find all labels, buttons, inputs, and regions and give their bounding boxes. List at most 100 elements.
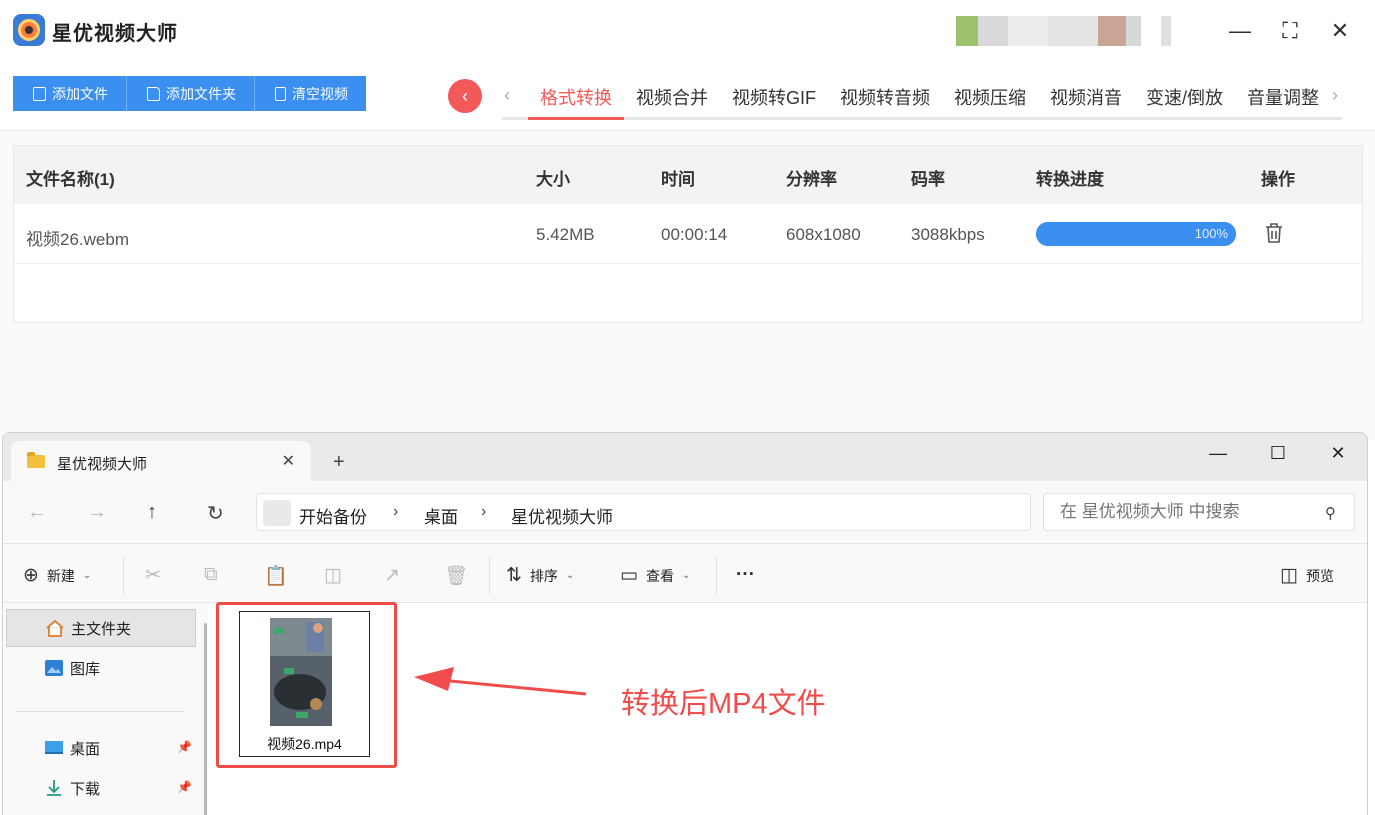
share-button[interactable]: ↗ bbox=[384, 564, 400, 587]
new-tab-icon[interactable]: + bbox=[333, 451, 345, 474]
delete-icon[interactable] bbox=[1264, 222, 1284, 244]
minimize-icon[interactable]: — bbox=[1225, 16, 1255, 46]
trash-icon bbox=[275, 86, 286, 101]
tab-7[interactable]: 音量调整 bbox=[1235, 80, 1331, 120]
trash-icon: 🗑 bbox=[444, 566, 469, 587]
explorer-navbar: ← → ↑ ↻ 开始备份 › 桌面 › 星优视频大师 ⚲ bbox=[3, 481, 1367, 543]
view-button[interactable]: ▭ 查看 ⌄ bbox=[620, 564, 690, 587]
col-name: 文件名称(1) bbox=[26, 170, 115, 189]
cell-bitrate: 3088kbps bbox=[911, 225, 985, 244]
preview-label: 预览 bbox=[1305, 567, 1334, 584]
navigation-pane: 主文件夹 图库 桌面 📌 下载 📌 bbox=[3, 603, 208, 815]
new-button[interactable]: ⊕ 新建 ⌄ bbox=[23, 564, 91, 587]
divider bbox=[716, 556, 717, 594]
table-row[interactable]: 视频26.webm 5.42MB 00:00:14 608x1080 3088k… bbox=[14, 204, 1362, 264]
sidebar-item-downloads[interactable]: 下载 📌 bbox=[6, 769, 196, 807]
paste-icon: 📋 bbox=[264, 566, 288, 587]
gallery-icon bbox=[45, 660, 63, 676]
breadcrumb-desktop[interactable]: 桌面 bbox=[424, 503, 458, 528]
chevron-left-icon: ‹ bbox=[462, 85, 468, 106]
tabs-prev-icon[interactable]: ‹ bbox=[504, 85, 510, 106]
breadcrumb-separator-icon[interactable]: › bbox=[393, 503, 398, 521]
new-label: 新建 bbox=[46, 567, 75, 584]
tabs-next-icon[interactable]: › bbox=[1332, 85, 1338, 106]
sort-label: 排序 bbox=[529, 567, 558, 584]
copy-button[interactable]: ⧉ bbox=[204, 564, 218, 586]
sidebar-item-label: 下载 bbox=[70, 780, 101, 798]
share-icon: ↗ bbox=[384, 565, 400, 586]
paste-button[interactable]: 📋 bbox=[264, 564, 288, 588]
rename-icon: ◫ bbox=[324, 565, 342, 586]
progress-bar: 100% bbox=[1036, 222, 1236, 246]
tab-4[interactable]: 视频压缩 bbox=[942, 80, 1038, 120]
close-icon[interactable]: ✕ bbox=[1325, 16, 1355, 46]
desktop-icon bbox=[45, 741, 63, 754]
tab-5[interactable]: 视频消音 bbox=[1038, 80, 1134, 120]
pin-icon[interactable]: 📌 bbox=[177, 780, 192, 794]
breadcrumb-backup[interactable]: 开始备份 bbox=[299, 503, 367, 528]
search-box: ⚲ bbox=[1043, 493, 1355, 531]
sidebar-item-home[interactable]: 主文件夹 bbox=[6, 609, 196, 647]
col-resolution: 分辨率 bbox=[786, 170, 837, 189]
cell-time: 00:00:14 bbox=[661, 225, 728, 244]
minimize-icon[interactable]: — bbox=[1203, 441, 1233, 465]
plus-circle-icon: ⊕ bbox=[23, 565, 39, 586]
tab-0[interactable]: 格式转换 bbox=[528, 80, 624, 120]
file-table: 文件名称(1) 大小 时间 分辨率 码率 转换进度 操作 视频26.webm 5… bbox=[13, 145, 1363, 323]
refresh-icon[interactable]: ↻ bbox=[207, 501, 224, 526]
search-icon[interactable]: ⚲ bbox=[1325, 504, 1336, 522]
up-arrow-icon[interactable]: ↑ bbox=[147, 501, 157, 524]
add-file-label: 添加文件 bbox=[52, 85, 108, 102]
cell-size: 5.42MB bbox=[536, 225, 595, 244]
sort-button[interactable]: ⇅ 排序 ⌄ bbox=[506, 564, 574, 587]
add-folder-label: 添加文件夹 bbox=[166, 85, 236, 102]
more-dots-icon: ··· bbox=[736, 564, 755, 585]
sidebar-divider bbox=[15, 711, 185, 712]
clear-videos-button[interactable]: 清空视频 bbox=[255, 76, 366, 111]
more-button[interactable]: ··· bbox=[736, 564, 755, 586]
user-avatar[interactable] bbox=[956, 16, 1201, 46]
search-input[interactable] bbox=[1060, 502, 1310, 522]
download-icon bbox=[47, 780, 61, 796]
view-icon: ▭ bbox=[620, 565, 638, 586]
cut-button[interactable]: ✂ bbox=[145, 564, 161, 587]
tab-2[interactable]: 视频转GIF bbox=[720, 80, 828, 120]
col-bitrate: 码率 bbox=[911, 170, 945, 189]
delete-button[interactable]: 🗑 bbox=[444, 564, 468, 588]
file-icon bbox=[33, 86, 46, 101]
sidebar-item-label: 桌面 bbox=[70, 740, 101, 758]
back-arrow-icon[interactable]: ← bbox=[27, 501, 47, 524]
address-bar[interactable]: 开始备份 › 桌面 › 星优视频大师 bbox=[256, 493, 1031, 531]
tab-close-icon[interactable]: ✕ bbox=[282, 451, 295, 471]
sidebar-item-gallery[interactable]: 图库 bbox=[6, 649, 196, 687]
progress-label: 100% bbox=[1194, 226, 1228, 241]
maximize-icon[interactable]: ⛶ bbox=[1275, 16, 1305, 46]
add-file-button[interactable]: 添加文件 bbox=[13, 76, 127, 111]
pin-icon[interactable]: 📌 bbox=[177, 740, 192, 754]
collapse-back-button[interactable]: ‹ bbox=[448, 79, 482, 113]
tab-1[interactable]: 视频合并 bbox=[624, 80, 720, 120]
forward-arrow-icon[interactable]: → bbox=[87, 501, 107, 524]
tab-3[interactable]: 视频转音频 bbox=[828, 80, 942, 120]
sidebar-item-desktop[interactable]: 桌面 📌 bbox=[6, 729, 196, 767]
add-folder-button[interactable]: 添加文件夹 bbox=[127, 76, 255, 111]
sidebar-item-label: 主文件夹 bbox=[71, 620, 132, 638]
sidebar-scrollbar[interactable] bbox=[204, 623, 207, 815]
command-bar: ⊕ 新建 ⌄ ✂ ⧉ 📋 ◫ ↗ 🗑 ⇅ 排序 ⌄ ▭ 查看 ⌄ ··· ◫ 预… bbox=[3, 543, 1367, 603]
sidebar-item-label: 图库 bbox=[70, 660, 101, 678]
maximize-icon[interactable]: ☐ bbox=[1263, 441, 1293, 465]
close-icon[interactable]: ✕ bbox=[1323, 441, 1353, 465]
app-title: 星优视频大师 bbox=[52, 23, 178, 45]
feature-tabs: 格式转换 视频合并 视频转GIF 视频转音频 视频压缩 视频消音 变速/倒放 音量调整 bbox=[528, 80, 1331, 120]
annotation-text: 转换后MP4文件 bbox=[621, 688, 826, 720]
preview-button[interactable]: ◫ 预览 bbox=[1280, 564, 1334, 587]
table-header: 文件名称(1) 大小 时间 分辨率 码率 转换进度 操作 bbox=[14, 146, 1362, 204]
breadcrumb-separator-icon[interactable]: › bbox=[481, 503, 486, 521]
tab-6[interactable]: 变速/倒放 bbox=[1134, 80, 1235, 120]
folder-icon bbox=[147, 86, 160, 101]
breadcrumb-folder[interactable]: 星优视频大师 bbox=[511, 503, 613, 528]
sort-icon: ⇅ bbox=[506, 565, 522, 586]
explorer-tab[interactable]: 星优视频大师 ✕ bbox=[11, 441, 311, 481]
rename-button[interactable]: ◫ bbox=[324, 564, 342, 587]
explorer-tab-label: 星优视频大师 bbox=[57, 456, 148, 473]
